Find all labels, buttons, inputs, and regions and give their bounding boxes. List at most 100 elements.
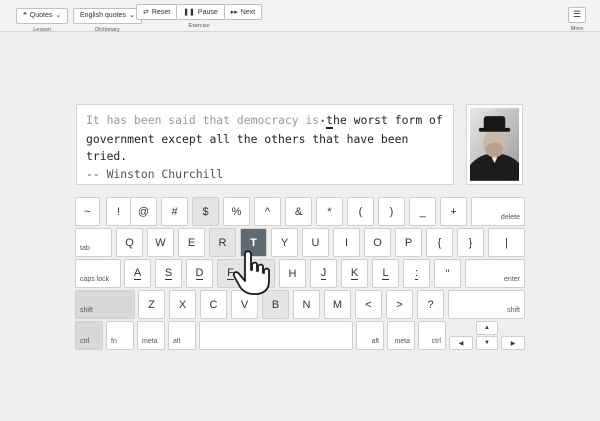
portrait-image [470, 108, 519, 181]
pause-label: Pause [197, 8, 218, 16]
key-e[interactable]: E [178, 228, 205, 257]
key-question[interactable]: ? [417, 290, 444, 319]
key-at[interactable]: @ [130, 197, 157, 226]
key-r[interactable]: R [209, 228, 236, 257]
key-n[interactable]: N [293, 290, 320, 319]
key-meta-left[interactable]: meta [137, 321, 165, 350]
quote-author: -- Winston Churchill [86, 166, 224, 181]
key-p[interactable]: P [395, 228, 422, 257]
dictionary-dropdown[interactable]: English quotes ⌄ [73, 7, 142, 24]
key-exclamation[interactable]: ! [106, 197, 131, 226]
key-c[interactable]: C [200, 290, 227, 319]
key-k-label: K [350, 267, 359, 280]
key-g[interactable]: G [248, 259, 275, 288]
key-arrow-right[interactable]: ▶ [501, 336, 525, 350]
key-ampersand[interactable]: & [285, 197, 312, 226]
pause-button[interactable]: ❚❚ Pause [176, 4, 224, 20]
key-s[interactable]: S [155, 259, 182, 288]
key-w[interactable]: W [147, 228, 174, 257]
key-dollar[interactable]: $ [192, 197, 219, 226]
key-arrow-down[interactable]: ▼ [476, 336, 498, 350]
key-j[interactable]: J [310, 259, 337, 288]
key-x[interactable]: X [169, 290, 196, 319]
key-q[interactable]: Q [116, 228, 143, 257]
lesson-group: ❝ Quotes ⌄ Lesson [16, 4, 69, 33]
key-u[interactable]: U [302, 228, 329, 257]
key-percent[interactable]: % [223, 197, 250, 226]
quote-line-2: government except all the others that ha… [86, 131, 409, 164]
key-o[interactable]: O [364, 228, 391, 257]
quote-line-1: It has been said that democracy is•the w… [86, 112, 444, 131]
reset-icon: ⇄ [143, 8, 149, 16]
pending-text: he worst form of [333, 113, 443, 127]
key-greater-than[interactable]: > [386, 290, 413, 319]
key-underscore[interactable]: _ [409, 197, 436, 226]
key-a[interactable]: A [124, 259, 151, 288]
chevron-down-icon: ⌄ [128, 12, 135, 19]
key-less-than[interactable]: < [355, 290, 382, 319]
lesson-caption: Lesson [33, 26, 51, 33]
dictionary-group: English quotes ⌄ Dictionary [73, 4, 142, 33]
key-shift-left[interactable]: shift [75, 290, 135, 319]
lesson-dropdown[interactable]: ❝ Quotes ⌄ [16, 7, 69, 24]
key-i[interactable]: I [333, 228, 360, 257]
key-d[interactable]: D [186, 259, 213, 288]
key-ctrl-right[interactable]: ctrl [418, 321, 446, 350]
key-l[interactable]: L [372, 259, 399, 288]
key-alt-right[interactable]: alt [356, 321, 384, 350]
pause-icon: ❚❚ [183, 8, 195, 16]
key-left-paren[interactable]: ( [347, 197, 374, 226]
key-right-brace[interactable]: } [457, 228, 484, 257]
author-portrait [466, 104, 523, 185]
key-a-label: A [133, 267, 142, 280]
more-button[interactable]: ☰ [568, 6, 587, 23]
key-caps-lock[interactable]: caps lock [75, 259, 121, 288]
exercise-group: ⇄ Reset ❚❚ Pause ▸▸ Next Exercise [136, 4, 263, 29]
key-z[interactable]: Z [138, 290, 165, 319]
key-hash[interactable]: # [161, 197, 188, 226]
key-tilde[interactable]: ~ [75, 197, 100, 226]
dictionary-label: English quotes [80, 12, 126, 19]
key-f-label: F [227, 267, 234, 280]
key-space[interactable] [199, 321, 353, 350]
key-v[interactable]: V [231, 290, 258, 319]
key-y[interactable]: Y [271, 228, 298, 257]
key-plus[interactable]: + [440, 197, 467, 226]
key-fn[interactable]: fn [106, 321, 134, 350]
key-shift-right[interactable]: shift [448, 290, 525, 319]
key-s-label: S [164, 267, 173, 280]
quote-icon: ❝ [23, 12, 27, 19]
lesson-label: Quotes [29, 12, 53, 19]
key-h[interactable]: H [279, 259, 306, 288]
key-colon[interactable]: : [403, 259, 430, 288]
key-b[interactable]: B [262, 290, 289, 319]
key-j-label: J [320, 267, 327, 280]
next-label: Next [240, 8, 256, 16]
reset-button[interactable]: ⇄ Reset [136, 4, 177, 20]
key-alt-left[interactable]: alt [168, 321, 196, 350]
dictionary-caption: Dictionary [95, 26, 120, 33]
next-button[interactable]: ▸▸ Next [223, 4, 263, 20]
key-delete[interactable]: delete [471, 197, 525, 226]
key-pipe[interactable]: | [488, 228, 525, 257]
key-arrow-up[interactable]: ▲ [476, 321, 498, 335]
key-t[interactable]: T [240, 228, 267, 257]
key-left-brace[interactable]: { [426, 228, 453, 257]
key-m[interactable]: M [324, 290, 351, 319]
key-tab[interactable]: tab [75, 228, 112, 257]
key-k[interactable]: K [341, 259, 368, 288]
key-arrow-left[interactable]: ◀ [449, 336, 473, 350]
toolbar: ❝ Quotes ⌄ Lesson English quotes ⌄ Dicti… [0, 0, 600, 33]
next-icon: ▸▸ [230, 8, 238, 16]
typed-text: It has been said that democracy is [86, 113, 320, 127]
key-quote[interactable]: " [434, 259, 461, 288]
key-asterisk[interactable]: * [316, 197, 343, 226]
key-meta-right[interactable]: meta [387, 321, 415, 350]
key-ctrl-left[interactable]: ctrl [75, 321, 103, 350]
text-panel[interactable]: It has been said that democracy is•the w… [76, 104, 454, 185]
key-f[interactable]: F [217, 259, 244, 288]
key-caret[interactable]: ^ [254, 197, 281, 226]
key-l-label: L [382, 267, 389, 280]
key-right-paren[interactable]: ) [378, 197, 405, 226]
key-enter[interactable]: enter [465, 259, 525, 288]
